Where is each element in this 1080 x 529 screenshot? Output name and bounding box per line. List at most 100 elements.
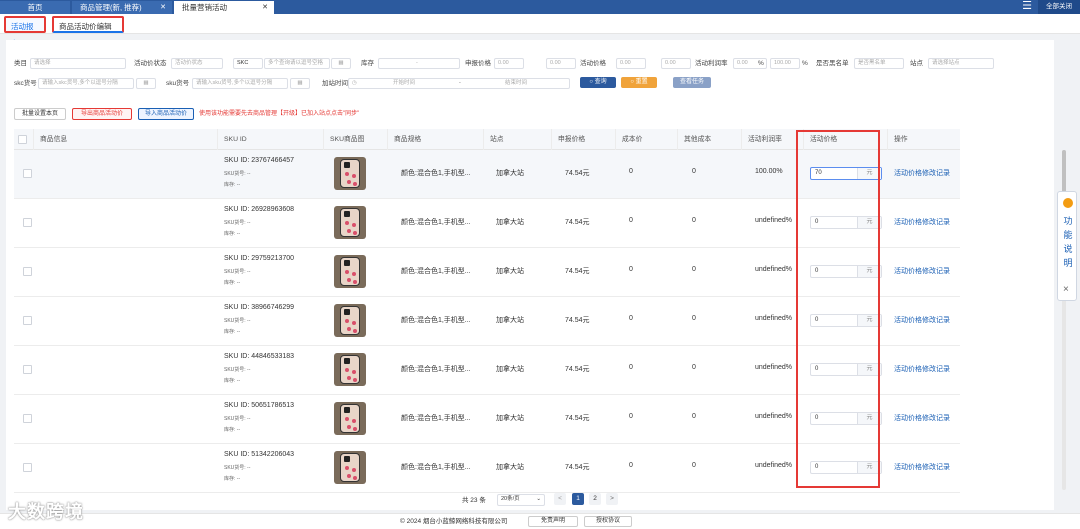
sku-no-input[interactable]: 请输入sku货号,多个以逗号分隔 [192,78,288,89]
header-cost: 成本价 [616,129,678,150]
activity-price-input[interactable]: 70 元 [810,167,882,180]
declare-price-to[interactable]: 0.00 [546,58,576,69]
disclaimer-button[interactable]: 免责声明 [528,516,578,527]
price-history-link[interactable]: 活动价格修改记录 [894,168,950,178]
declare-price: 74.54元 [565,268,590,275]
spec: 颜色:混合色1,手机型... [401,268,471,275]
profit-rate-to[interactable]: 100.00 [770,58,800,69]
category-placeholder: 请选择 [34,60,51,66]
batch-set-page-button[interactable]: 批量设置本页 [14,108,66,120]
row-checkbox[interactable] [23,218,32,227]
spec: 颜色:混合色1,手机型... [401,170,471,177]
skc-no-input[interactable]: 请输入skc货号,多个以逗号分隔 [38,78,134,89]
activity-price-input[interactable]: 0元 [810,363,882,376]
help-panel[interactable]: 功能说明 × [1057,191,1077,301]
activity-price-value: 0 [815,464,819,470]
header-declare-price: 申报价格 [552,129,616,150]
list-menu-icon[interactable]: ☰ [1022,1,1032,12]
calendar-icon[interactable]: ▦ [136,78,156,89]
unit-label: 元 [857,413,881,424]
page-1-button[interactable]: 1 [572,493,584,505]
activity-price-input[interactable]: 0元 [810,265,882,278]
table-row: SKU ID: 38966746299 SKU货号: -- 库存: -- 颜色:混合色… [14,297,960,346]
add-time-range[interactable]: ◷ 开始时间 - 结束时间 [348,78,570,89]
stock: 库存: -- [224,476,241,482]
price-history-link[interactable]: 活动价格修改记录 [894,217,950,227]
price-history-link[interactable]: 活动价格修改记录 [894,462,950,472]
cost-price: 0 [629,462,633,469]
tab-activity-price-edit[interactable]: 商品活动价编辑 [52,16,124,33]
search-icon: ○ [589,79,593,85]
stock-dash: - [416,60,418,66]
view-task-button[interactable]: 查看任务 [673,77,711,88]
declare-price: 74.54元 [565,170,590,177]
other-cost: 0 [692,315,696,322]
license-button[interactable]: 授权协议 [584,516,632,527]
tab-activity-signup[interactable]: 活动报名 [4,16,46,48]
row-checkbox[interactable] [23,169,32,178]
close-icon[interactable]: ✕ [262,1,268,14]
price-history-link[interactable]: 活动价格修改记录 [894,266,950,276]
export-price-button[interactable]: 导出商品活动价 [72,108,132,120]
tab-home[interactable]: 首页 [0,1,70,14]
header-activity-price: 活动价格 [804,129,888,150]
header-operation: 操作 [894,136,908,143]
declare-price: 74.54元 [565,415,590,422]
close-all-button[interactable]: 全部关闭 [1038,0,1080,14]
sku-no: SKU货号: -- [224,269,251,275]
reset-button[interactable]: ○ 重置 [621,77,657,88]
skc-type-select[interactable]: SKC [233,58,263,69]
row-checkbox[interactable] [23,414,32,423]
row-checkbox[interactable] [23,267,32,276]
row-checkbox[interactable] [23,316,32,325]
rate-from-value: 0.00 [737,60,748,66]
tab-goods-management[interactable]: 商品管理(新, 推荐) ✕ [72,1,172,14]
select-all-checkbox[interactable] [18,135,27,144]
cost-price: 0 [629,364,633,371]
sku-no: SKU货号: -- [224,367,251,373]
other-cost: 0 [692,266,696,273]
activity-price-input[interactable]: 0元 [810,461,882,474]
blacklist-label: 是否黑名单 [816,60,849,67]
act-price-from[interactable]: 0.00 [616,58,646,69]
skc-placeholder: 多个查询请以逗号空格 [268,60,324,66]
declare-price-from[interactable]: 0.00 [494,58,524,69]
row-checkbox[interactable] [23,463,32,472]
profit-rate: undefined% [755,266,792,273]
prev-page-button[interactable]: < [554,493,566,505]
price-history-link[interactable]: 活动价格修改记录 [894,364,950,374]
site-select[interactable]: 请选择站点 [928,58,994,69]
price-history-link[interactable]: 活动价格修改记录 [894,413,950,423]
import-price-button[interactable]: 导入商品活动价 [138,108,194,120]
blacklist-select[interactable]: 是否黑名单 [854,58,904,69]
tab-batch-marketing[interactable]: 批量营销活动 ✕ [174,1,274,14]
activity-price-input[interactable]: 0元 [810,314,882,327]
sku-id: SKU ID: 26928963608 [224,206,295,213]
query-button[interactable]: ○ 查询 [580,77,616,88]
table-row: SKU ID: 23767466457 SKU货号: -- 库存: -- 颜色:混合色… [14,150,960,199]
calendar-icon[interactable]: ▦ [290,78,310,89]
unit-label: 元 [857,266,881,277]
row-checkbox[interactable] [23,365,32,374]
skc-input[interactable]: 多个查询请以逗号空格 [264,58,330,69]
close-icon[interactable]: ✕ [160,1,166,14]
sync-warning: 使用该功能需要先去商品管理【开级】已加入站点点击"同步" [199,111,360,117]
profit-rate: 100.00% [755,168,783,175]
stock-range[interactable]: - [378,58,460,69]
page-2-button[interactable]: 2 [589,493,601,505]
close-icon[interactable]: × [1063,284,1069,295]
stock: 库存: -- [224,329,241,335]
act-status-select[interactable]: 活动价状态 [171,58,223,69]
table-row: SKU ID: 51342206043 SKU货号: -- 库存: -- 颜色:混合色… [14,444,960,493]
next-page-button[interactable]: > [606,493,618,505]
act-price-to[interactable]: 0.00 [661,58,691,69]
calendar-icon[interactable]: ▦ [331,58,351,69]
price-history-link[interactable]: 活动价格修改记录 [894,315,950,325]
activity-price-input[interactable]: 0元 [810,216,882,229]
page-size-select[interactable]: 20条/页 ⌄ [497,494,545,506]
activity-price-input[interactable]: 0元 [810,412,882,425]
category-select[interactable]: 请选择 [30,58,126,69]
top-tab-bar: 首页 商品管理(新, 推荐) ✕ 批量营销活动 ✕ ☰ 全部关闭 [0,0,1080,14]
sku-image [334,255,366,288]
unit-label: 元 [857,168,881,179]
